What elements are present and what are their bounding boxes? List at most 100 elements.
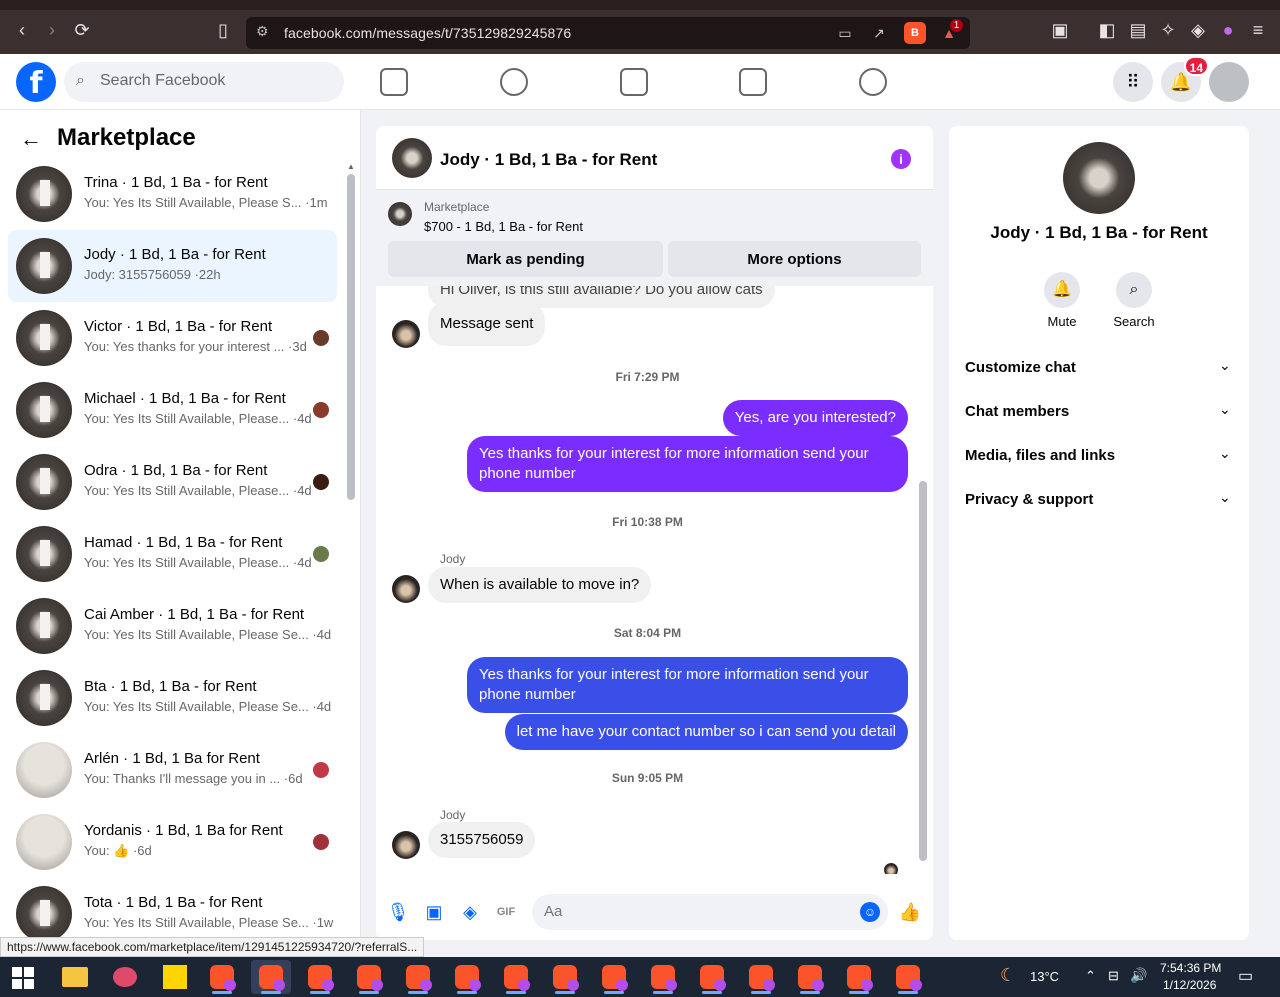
customize-chat-section[interactable]: Customize chat ⌄	[957, 346, 1241, 390]
brave-browser-icon[interactable]	[349, 960, 389, 994]
brave-shields-icon[interactable]: B	[904, 22, 926, 44]
like-icon[interactable]: 👍	[898, 900, 922, 924]
photo-icon[interactable]: ▣	[422, 900, 446, 924]
wallet-icon[interactable]: ▤	[1126, 18, 1150, 42]
clock-time[interactable]: 7:54:36 PM	[1160, 961, 1221, 975]
file-explorer-icon[interactable]	[55, 960, 95, 994]
section-label: Chat members	[965, 403, 1070, 420]
clock-date[interactable]: 1/12/2026	[1163, 978, 1216, 992]
conversation-item[interactable]: Michael · 1 Bd, 1 Ba - for Rent You: Yes…	[8, 374, 337, 446]
share-icon[interactable]: ↗	[868, 22, 890, 44]
bookmark-icon[interactable]: ▯	[211, 18, 235, 42]
profile-icon[interactable]: ●	[1216, 18, 1240, 42]
conversation-item-active[interactable]: Jody · 1 Bd, 1 Ba - for Rent Jody: 31557…	[8, 230, 337, 302]
chat-avatar[interactable]	[392, 138, 432, 178]
privacy-support-section[interactable]: Privacy & support ⌄	[957, 478, 1241, 522]
reload-icon[interactable]: ⟳	[70, 18, 94, 42]
chat-scrollbar[interactable]	[919, 481, 927, 861]
menu-grid-button[interactable]: ⠿	[1113, 62, 1153, 102]
account-avatar[interactable]	[1209, 62, 1249, 102]
conversation-item[interactable]: Yordanis · 1 Bd, 1 Ba for Rent You: 👍 ·6…	[8, 806, 337, 878]
chevron-down-icon: ⌄	[1219, 401, 1231, 417]
emoji-icon[interactable]: ☺	[860, 902, 880, 922]
brave-browser-icon[interactable]	[741, 960, 781, 994]
snipping-tool-icon[interactable]	[105, 960, 145, 994]
volume-icon[interactable]: 🔊	[1130, 967, 1147, 984]
listing-price[interactable]: $700 - 1 Bd, 1 Ba - for Rent	[424, 219, 583, 234]
brave-browser-icon[interactable]	[692, 960, 732, 994]
forward-icon[interactable]: ›	[40, 18, 64, 42]
brave-browser-icon[interactable]	[202, 960, 242, 994]
conversation-item[interactable]: Cai Amber · 1 Bd, 1 Ba - for Rent You: Y…	[8, 590, 337, 662]
notification-center-icon[interactable]: ▭	[1238, 966, 1253, 986]
sidebar-scrollbar[interactable]	[347, 174, 355, 500]
facebook-logo[interactable]: f	[16, 62, 56, 102]
brave-browser-icon[interactable]	[398, 960, 438, 994]
weather-icon[interactable]: ☾	[1000, 965, 1016, 986]
sidebar-toggle-icon[interactable]: ◧	[1095, 18, 1119, 42]
chat-header: Jody · 1 Bd, 1 Ba - for Rent i	[376, 126, 933, 190]
windows-start-icon[interactable]	[12, 967, 34, 989]
search-in-chat-button[interactable]: ⌕ Search	[1098, 272, 1170, 329]
vpn-icon[interactable]: ◈	[1186, 18, 1210, 42]
leo-ai-icon[interactable]: ✧	[1156, 18, 1180, 42]
home-icon[interactable]	[380, 68, 408, 96]
conversation-item[interactable]: Bta · 1 Bd, 1 Ba - for Rent You: Yes Its…	[8, 662, 337, 734]
message-input[interactable]	[544, 903, 844, 920]
chat-members-section[interactable]: Chat members ⌄	[957, 390, 1241, 434]
timestamp: Sat 8:04 PM	[613, 626, 682, 640]
brave-browser-icon[interactable]	[790, 960, 830, 994]
reader-mode-icon[interactable]: ▣	[1048, 18, 1072, 42]
microphone-icon[interactable]: 🎙	[386, 900, 410, 924]
brave-browser-icon[interactable]	[300, 960, 340, 994]
marketplace-icon[interactable]	[739, 68, 767, 96]
brave-browser-icon[interactable]	[888, 960, 928, 994]
mute-button[interactable]: 🔔 Mute	[1026, 272, 1098, 329]
friends-icon[interactable]	[500, 68, 528, 96]
address-url[interactable]: facebook.com/messages/t/735129829245876	[284, 25, 571, 41]
message-field[interactable]: ☺	[532, 894, 888, 930]
conversation-name: Michael · 1 Bd, 1 Ba - for Rent	[84, 390, 286, 407]
conversation-item[interactable]: Trina · 1 Bd, 1 Ba - for Rent You: Yes I…	[8, 158, 337, 230]
brave-browser-icon[interactable]	[839, 960, 879, 994]
weather-temp[interactable]: 13°C	[1030, 969, 1059, 984]
conversation-item[interactable]: Victor · 1 Bd, 1 Ba - for Rent You: Yes …	[8, 302, 337, 374]
scroll-up-icon[interactable]: ▲	[347, 162, 355, 171]
conversation-item[interactable]: Tota · 1 Bd, 1 Ba - for Rent You: Yes It…	[8, 878, 337, 940]
conversation-item[interactable]: Arlén · 1 Bd, 1 Ba for Rent You: Thanks …	[8, 734, 337, 806]
conversation-item[interactable]: Hamad · 1 Bd, 1 Ba - for Rent You: Yes I…	[8, 518, 337, 590]
sticker-icon[interactable]: ◈	[458, 900, 482, 924]
gif-icon[interactable]: GIF	[494, 900, 518, 924]
brave-browser-icon[interactable]	[251, 960, 291, 994]
sticky-notes-icon[interactable]	[155, 960, 195, 994]
profile-avatar[interactable]	[1063, 142, 1135, 214]
menu-icon[interactable]: ≡	[1246, 18, 1270, 42]
windows-taskbar: ☾ 13°C ⌃ ⊟ 🔊 7:54:36 PM 1/12/2026 ▭	[0, 957, 1280, 997]
address-bar[interactable]: ⚙ facebook.com/messages/t/73512982924587…	[246, 17, 970, 49]
brave-browser-icon[interactable]	[545, 960, 585, 994]
seen-avatar	[313, 762, 329, 778]
conversation-item[interactable]: Odra · 1 Bd, 1 Ba - for Rent You: Yes It…	[8, 446, 337, 518]
brave-browser-icon[interactable]	[496, 960, 536, 994]
back-icon[interactable]: ‹	[10, 18, 34, 42]
mark-pending-button[interactable]: Mark as pending	[388, 241, 663, 277]
timestamp: Fri 10:38 PM	[612, 515, 683, 529]
search-input[interactable]	[100, 72, 330, 90]
video-icon[interactable]	[620, 68, 648, 96]
tray-chevron-icon[interactable]: ⌃	[1085, 968, 1096, 984]
brave-browser-icon[interactable]	[447, 960, 487, 994]
more-options-button[interactable]: More options	[668, 241, 921, 277]
groups-icon[interactable]	[859, 68, 887, 96]
brave-browser-icon[interactable]	[643, 960, 683, 994]
search-box[interactable]: ⌕	[64, 62, 344, 102]
brave-browser-icon[interactable]	[594, 960, 634, 994]
site-info-icon[interactable]: ⚙	[256, 23, 269, 40]
notifications-button[interactable]: 🔔 14	[1161, 56, 1209, 102]
media-files-section[interactable]: Media, files and links ⌄	[957, 434, 1241, 478]
chat-title[interactable]: Jody · 1 Bd, 1 Ba - for Rent	[440, 150, 657, 170]
back-arrow-icon[interactable]: ←	[20, 126, 44, 151]
cast-icon[interactable]: ▭	[834, 22, 856, 44]
timestamp: Fri 7:29 PM	[615, 370, 680, 384]
info-icon[interactable]: i	[891, 149, 911, 169]
network-icon[interactable]: ⊟	[1108, 968, 1119, 984]
